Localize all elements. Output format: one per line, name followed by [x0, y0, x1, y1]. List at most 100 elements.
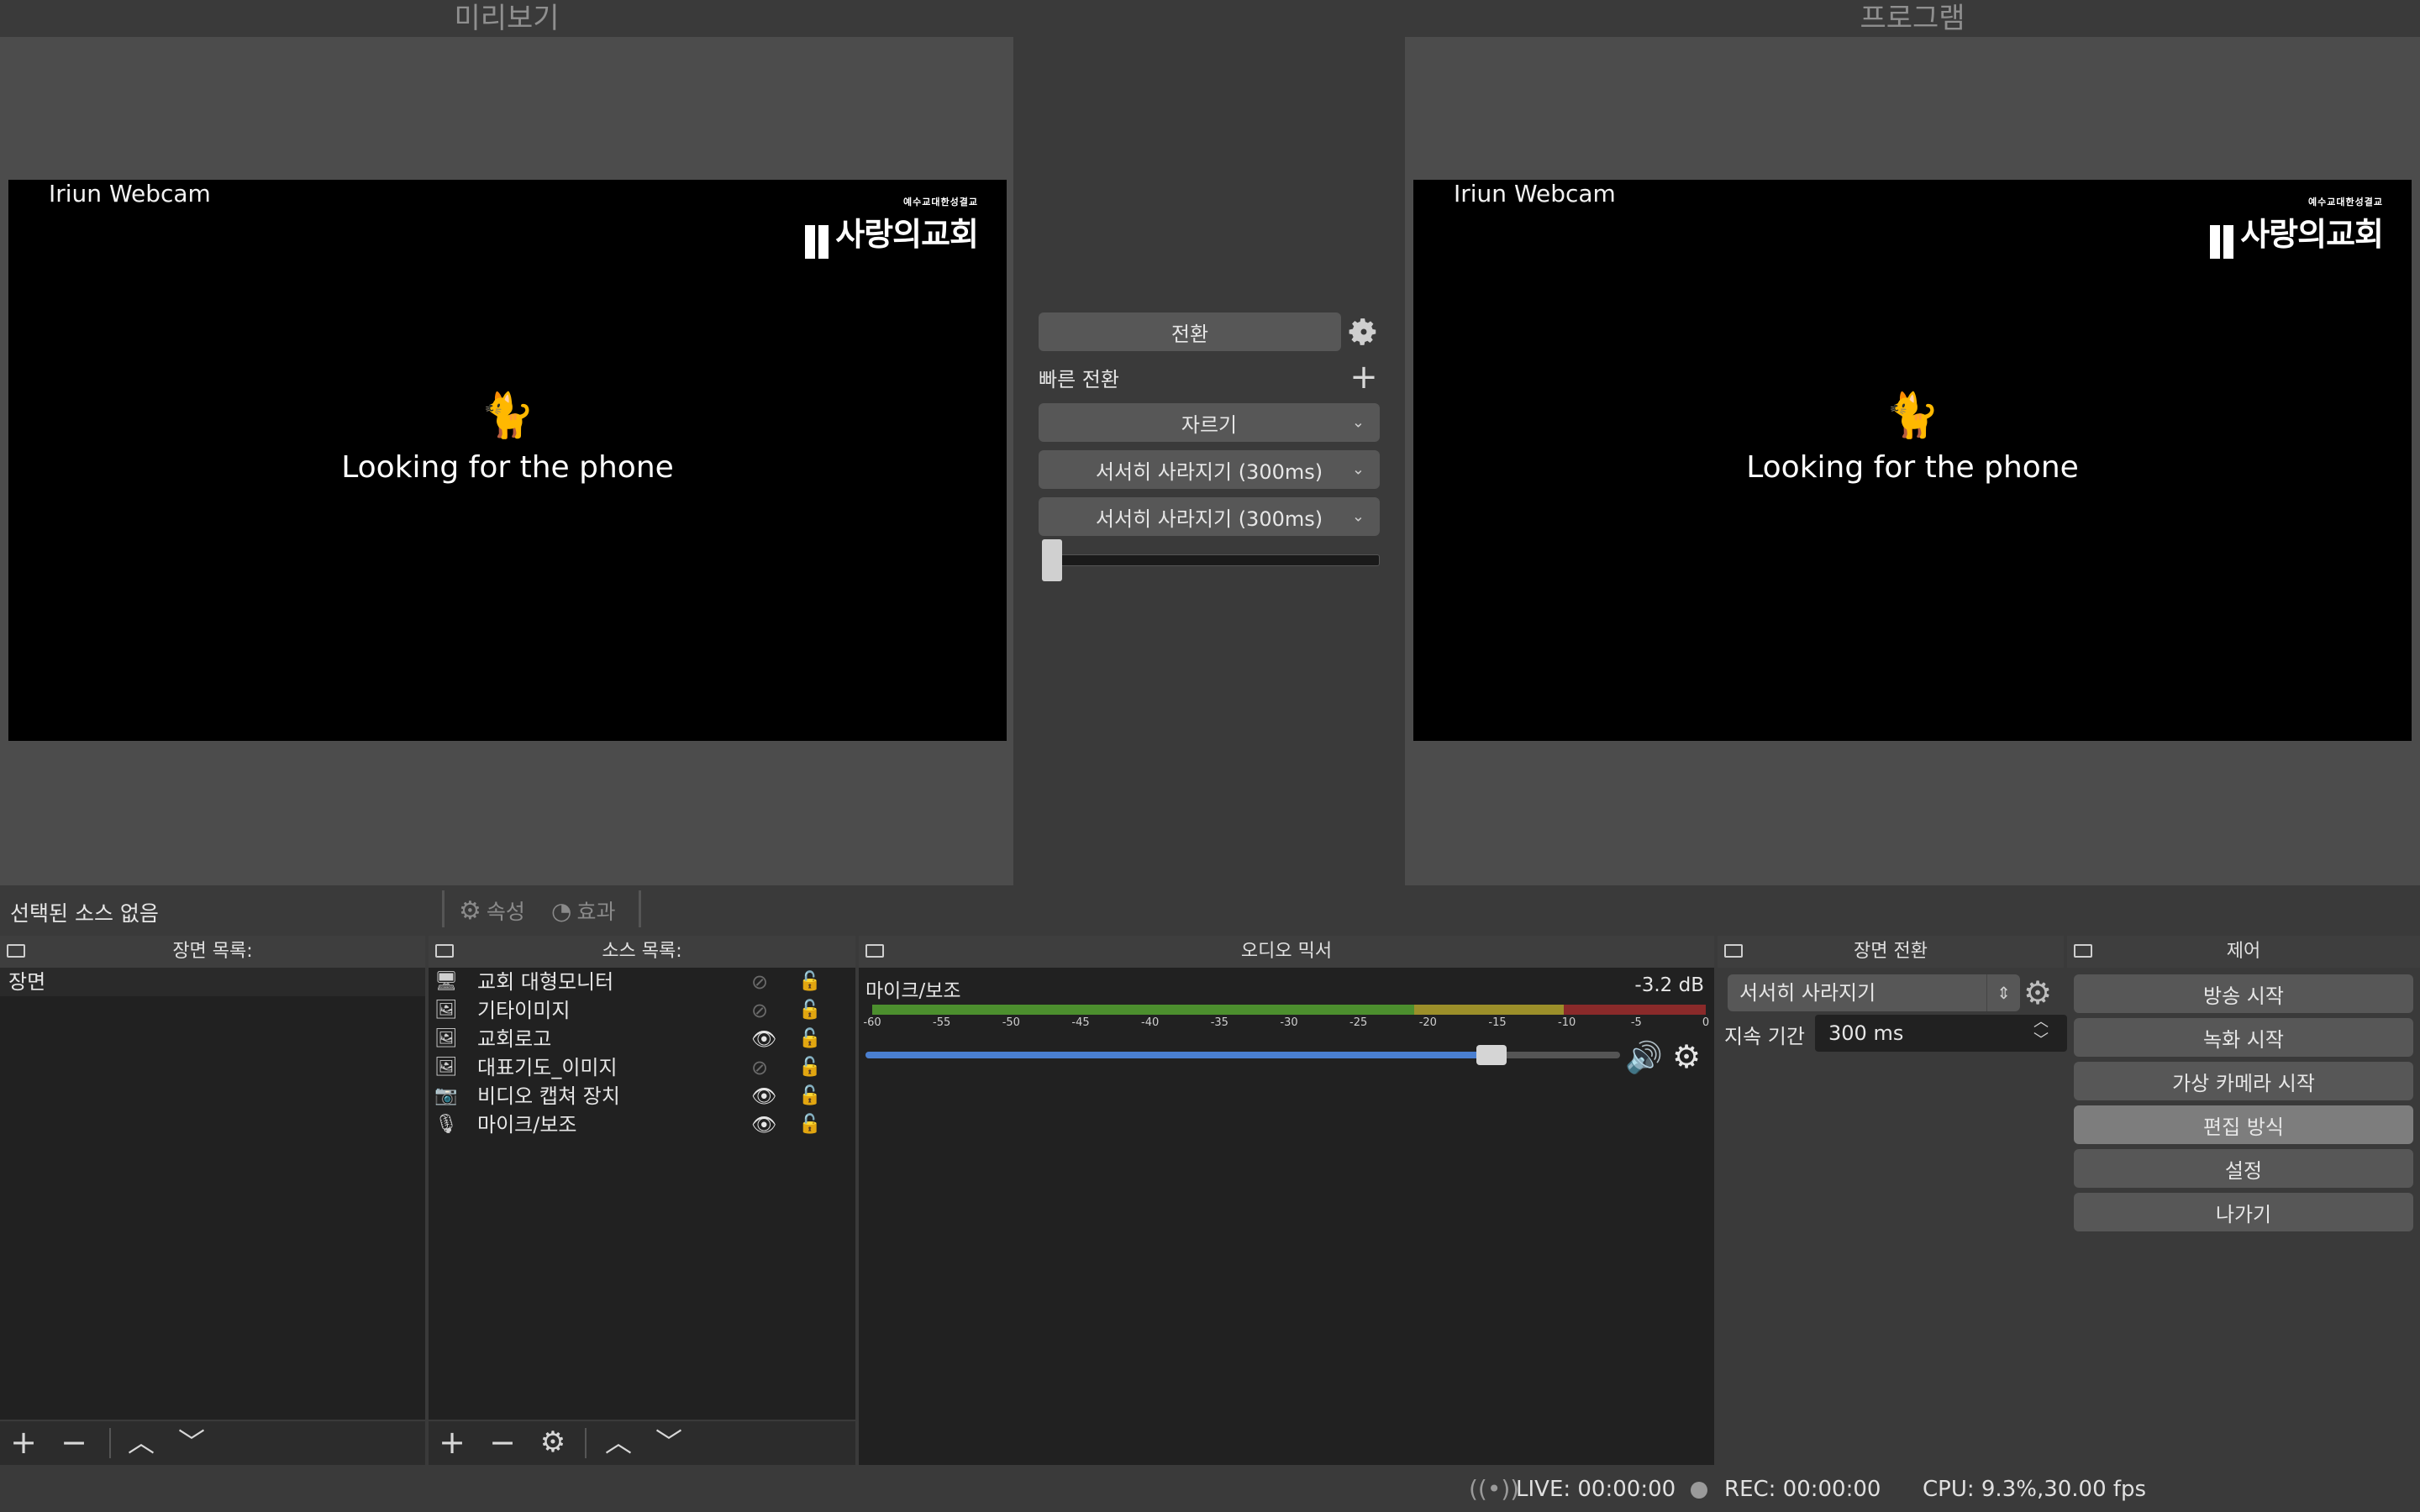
quick-transition-item-2[interactable]: 서서히 사라지기 (300ms) ⌄ [1039, 450, 1380, 489]
cat-icon: 🐈 [480, 391, 535, 441]
meter-tick-label: -10 [1558, 1016, 1576, 1029]
source-name: 대표기도_이미지 [477, 1056, 618, 1079]
studio-mode-button[interactable]: 편집 방식 [2074, 1105, 2413, 1144]
eye-icon[interactable]: 👁 [751, 1082, 776, 1110]
volume-slider-track[interactable] [865, 1052, 1620, 1058]
meter-green [872, 1005, 1414, 1015]
undock-icon[interactable] [7, 944, 25, 958]
meter-tick-label: -30 [1280, 1016, 1298, 1029]
chevron-down-icon: ⌄ [1351, 413, 1365, 432]
status-bar: ((•)) LIVE: 00:00:00 REC: 00:00:00 CPU: … [0, 1465, 2420, 1512]
scenes-list[interactable]: 장면 [0, 968, 425, 1420]
add-scene-plus-icon[interactable]: + [5, 1421, 42, 1463]
filters-button[interactable]: ◔ 효과 [551, 895, 615, 926]
settings-button[interactable]: 설정 [2074, 1149, 2413, 1188]
mixer-channel-name: 마이크/보조 [865, 980, 961, 1002]
add-source-plus-icon[interactable]: + [434, 1421, 471, 1463]
t-bar-handle[interactable] [1042, 539, 1062, 581]
lock-icon[interactable]: 🔓 [798, 1110, 821, 1139]
transition-select[interactable]: 서서히 사라지기 ⇕ [1728, 974, 2020, 1011]
lock-icon[interactable]: 🔓 [798, 1082, 821, 1110]
move-down-chevron-icon[interactable]: ﹀ [173, 1421, 210, 1463]
updown-icon: ⇕ [1986, 974, 2020, 1011]
eye-hidden-icon[interactable]: ⊘ [751, 968, 768, 996]
mixer-dock-header: 오디오 믹서 [859, 936, 1714, 968]
remove-scene-minus-icon[interactable]: − [55, 1421, 92, 1463]
add-quick-transition-plus-icon[interactable]: + [1348, 360, 1380, 395]
table-row[interactable]: 🖼 교회로고 👁 🔓 [429, 1025, 855, 1053]
lock-icon[interactable]: 🔓 [798, 1053, 821, 1082]
quick-transition-item-3[interactable]: 서서히 사라지기 (300ms) ⌄ [1039, 497, 1380, 536]
table-row[interactable]: 🎙 마이크/보조 👁 🔓 [429, 1110, 855, 1139]
meter-tick-label: 0 [1702, 1016, 1710, 1029]
table-row[interactable]: 📷 비디오 캡쳐 장치 👁 🔓 [429, 1082, 855, 1110]
properties-button[interactable]: ⚙ 속성 [459, 895, 525, 926]
preview-source-label: Iriun Webcam [49, 180, 211, 207]
controls-body: 방송 시작 녹화 시작 가상 카메라 시작 편집 방식 설정 나가기 [2067, 968, 2420, 1465]
mic-icon: 🎙 [434, 1114, 458, 1135]
list-item[interactable]: 장면 [0, 968, 425, 996]
mixer-body: 마이크/보조 -3.2 dB -60 -55 -50 -45 -40 -35 -30 -25-… [859, 968, 1714, 1465]
preview-church-logo: 예수교대한성결교 사랑의교회 [805, 195, 979, 259]
source-properties-gear-icon[interactable]: ⚙ [534, 1421, 571, 1463]
undock-icon[interactable] [865, 944, 884, 958]
scene-transitions-dock-header: 장면 전환 [1718, 936, 2064, 968]
context-divider [639, 890, 641, 927]
table-row[interactable]: 🖼 대표기도_이미지 ⊘ 🔓 [429, 1053, 855, 1082]
meter-red [1564, 1005, 1706, 1015]
quick-transition-item-1[interactable]: 자르기 ⌄ [1039, 403, 1380, 442]
undock-icon[interactable] [2074, 944, 2092, 958]
volume-meter [872, 1005, 1706, 1015]
exit-button[interactable]: 나가기 [2074, 1193, 2413, 1231]
controls-dock-header: 제어 [2067, 936, 2420, 968]
preview-title: 미리보기 [454, 2, 560, 35]
remove-source-minus-icon[interactable]: − [484, 1421, 521, 1463]
toolbar-divider [585, 1428, 587, 1458]
start-streaming-button[interactable]: 방송 시작 [2074, 974, 2413, 1013]
quick-transition-label: 서서히 사라지기 (300ms) [1095, 459, 1323, 484]
image-icon: 🖼 [434, 1057, 458, 1078]
move-up-chevron-icon[interactable]: ︿ [600, 1421, 637, 1463]
meter-tick-label: -5 [1630, 1016, 1642, 1029]
transition-button[interactable]: 전환 [1039, 312, 1341, 351]
speaker-icon[interactable]: 🔊 [1625, 1040, 1663, 1075]
move-down-chevron-icon[interactable]: ﹀ [650, 1421, 687, 1463]
eye-icon[interactable]: 👁 [751, 1110, 776, 1139]
duration-stepper[interactable]: ︿ ﹀ [2028, 1013, 2054, 1050]
sources-list[interactable]: 🖥 교회 대형모니터 ⊘ 🔓 🖼 기타이미지 ⊘ 🔓 🖼 교회로고 👁 🔓 🖼 대표기도_이미지 ⊘ 🔓 📷 비디… [429, 968, 855, 1420]
transition-gear-icon[interactable]: ⚙ [2023, 974, 2052, 1011]
eye-hidden-icon[interactable]: ⊘ [751, 996, 768, 1025]
eye-hidden-icon[interactable]: ⊘ [751, 1053, 768, 1082]
transition-panel [1013, 0, 1405, 885]
logo-small-text: 예수교대한성결교 [2308, 197, 2383, 207]
properties-label: 속성 [486, 900, 525, 924]
duration-label: 지속 기간 [1724, 1025, 1805, 1048]
scenes-header-label: 장면 목록: [172, 941, 253, 962]
eye-icon[interactable]: 👁 [751, 1025, 776, 1053]
table-row[interactable]: 🖥 교회 대형모니터 ⊘ 🔓 [429, 968, 855, 996]
start-virtual-camera-button[interactable]: 가상 카메라 시작 [2074, 1062, 2413, 1100]
undock-icon[interactable] [435, 944, 454, 958]
lock-icon[interactable]: 🔓 [798, 1025, 821, 1053]
lock-icon[interactable]: 🔓 [798, 968, 821, 996]
lock-icon[interactable]: 🔓 [798, 996, 821, 1025]
move-up-chevron-icon[interactable]: ︿ [123, 1421, 160, 1463]
quick-transitions-label: 빠른 전환 [1039, 368, 1119, 391]
sources-header-label: 소스 목록: [602, 941, 682, 962]
program-title: 프로그램 [1860, 2, 1965, 35]
filter-icon: ◔ [551, 896, 572, 925]
program-screen: Iriun Webcam 예수교대한성결교 사랑의교회 🐈 Looking fo… [1413, 180, 2412, 741]
volume-slider-handle[interactable] [1476, 1045, 1507, 1065]
preview-screen[interactable]: Iriun Webcam 예수교대한성결교 사랑의교회 🐈 Looking fo… [8, 180, 1007, 741]
t-bar-track[interactable] [1044, 554, 1380, 566]
cat-icon: 🐈 [1885, 391, 1940, 441]
meter-tick-label: -35 [1210, 1016, 1228, 1029]
meter-tick-label: -45 [1071, 1016, 1090, 1029]
start-recording-button[interactable]: 녹화 시작 [2074, 1018, 2413, 1057]
table-row[interactable]: 🖼 기타이미지 ⊘ 🔓 [429, 996, 855, 1025]
transition-settings-gear-icon[interactable] [1348, 316, 1380, 348]
image-icon: 🖼 [434, 1028, 458, 1049]
undock-icon[interactable] [1724, 944, 1743, 958]
context-divider [442, 890, 445, 927]
mixer-gear-icon[interactable]: ⚙ [1672, 1038, 1701, 1075]
